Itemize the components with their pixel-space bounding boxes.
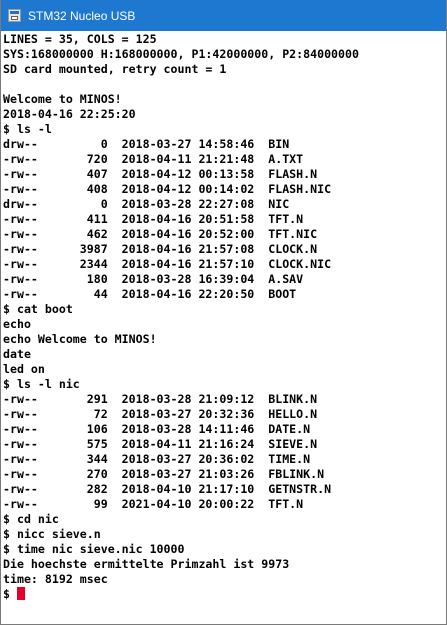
terminal-line: -rw-- 44 2018-04-16 22:20:50 BOOT: [3, 287, 297, 301]
terminal-line: -rw-- 180 2018-03-28 16:39:04 A.SAV: [3, 272, 304, 286]
terminal-line: -rw-- 72 2018-03-27 20:32:36 HELLO.N: [3, 407, 318, 421]
terminal-line: -rw-- 344 2018-03-27 20:36:02 TIME.N: [3, 452, 311, 466]
terminal-line: -rw-- 3987 2018-04-16 21:57:08 CLOCK.N: [3, 242, 318, 256]
terminal-line: Die hoechste ermittelte Primzahl ist 997…: [3, 557, 290, 571]
text-cursor: [16, 587, 25, 600]
prompt-line[interactable]: $: [3, 587, 445, 602]
terminal-line: LINES = 35, COLS = 125: [3, 32, 157, 46]
title-bar[interactable]: STM32 Nucleo USB: [1, 0, 446, 31]
terminal-line: echo Welcome to MINOS!: [3, 332, 157, 346]
terminal-line: SD card mounted, retry count = 1: [3, 62, 227, 76]
terminal-line: time: 8192 msec: [3, 572, 108, 586]
terminal-line: -rw-- 99 2021-04-10 20:00:22 TFT.N: [3, 497, 304, 511]
terminal-line: -rw-- 106 2018-03-28 14:11:46 DATE.N: [3, 422, 311, 436]
terminal-line: date: [3, 347, 31, 361]
terminal-line: $ ls -l nic: [3, 377, 80, 391]
terminal-line: -rw-- 291 2018-03-28 21:09:12 BLINK.N: [3, 392, 318, 406]
terminal-line: led on: [3, 362, 45, 376]
terminal-line: $ time nic sieve.nic 10000: [3, 542, 185, 556]
terminal-line: -rw-- 411 2018-04-16 20:51:58 TFT.N: [3, 212, 304, 226]
terminal-line: -rw-- 282 2018-04-10 21:17:10 GETNSTR.N: [3, 482, 332, 496]
terminal-line: $ cat boot: [3, 302, 73, 316]
terminal-line: -rw-- 720 2018-04-11 21:21:48 A.TXT: [3, 152, 304, 166]
terminal-line: -rw-- 408 2018-04-12 00:14:02 FLASH.NIC: [3, 182, 332, 196]
terminal-line: Welcome to MINOS!: [3, 92, 122, 106]
prompt-text: $: [3, 587, 17, 601]
terminal-line: $ cd nic: [3, 512, 59, 526]
terminal-line: $ nicc sieve.n: [3, 527, 101, 541]
terminal-line: -rw-- 270 2018-03-27 21:03:26 FBLINK.N: [3, 467, 325, 481]
terminal-line: drw-- 0 2018-03-27 14:58:46 BIN: [3, 137, 290, 151]
terminal-line: $ ls -l: [3, 122, 52, 136]
terminal-window: STM32 Nucleo USB LINES = 35, COLS = 125 S…: [0, 0, 447, 625]
terminal-line: -rw-- 2344 2018-04-16 21:57:10 CLOCK.NIC: [3, 257, 332, 271]
window-title: STM32 Nucleo USB: [28, 8, 136, 23]
terminal-line: -rw-- 462 2018-04-16 20:52:00 TFT.NIC: [3, 227, 318, 241]
terminal-line: -rw-- 575 2018-04-11 21:16:24 SIEVE.N: [3, 437, 318, 451]
terminal-line: 2018-04-16 22:25:20: [3, 107, 136, 121]
terminal-line: echo: [3, 317, 31, 331]
terminal-line: -rw-- 407 2018-04-12 00:13:58 FLASH.N: [3, 167, 318, 181]
terminal-output[interactable]: LINES = 35, COLS = 125 SYS:168000000 H:16…: [3, 32, 445, 622]
app-icon: [8, 9, 21, 22]
terminal-line: SYS:168000000 H:168000000, P1:42000000, …: [3, 47, 359, 61]
terminal-line: drw-- 0 2018-03-28 22:27:08 NIC: [3, 197, 290, 211]
